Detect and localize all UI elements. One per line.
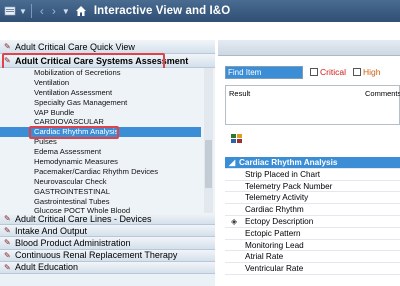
flowsheet-icon[interactable] [230,132,244,146]
section-label: Adult Critical Care Lines - Devices [15,213,152,224]
forward-arrow-icon[interactable]: › [48,4,60,18]
list-item[interactable]: VAP Bundle [0,108,215,118]
list-item[interactable]: Specialty Gas Management [0,98,215,108]
filter-row: Find Item Critical High [225,64,380,80]
documentation-panel: Find Item Critical High Result Comments … [218,40,400,286]
critical-checkbox[interactable] [310,68,318,76]
highlight-box-item [29,126,119,139]
collapse-triangle-icon[interactable]: ◢ [229,157,235,169]
table-row[interactable]: Cardiac Rhythm [225,204,400,216]
list-item[interactable]: GASTROINTESTINAL [0,187,215,197]
critical-label: Critical [320,67,346,77]
menu-icon[interactable] [3,4,17,18]
panel-toolbar [218,40,400,56]
list-item[interactable]: Neurovascular Check [0,177,215,187]
section-label: Adult Education [15,262,79,273]
section-lines-devices[interactable]: ✎ Adult Critical Care Lines - Devices [0,213,215,226]
band-navigator: ✎ Adult Critical Care Quick View ✎ Adult… [0,40,215,286]
band-icon: ✎ [4,250,11,260]
section-label: Intake And Output [15,225,88,236]
row-label: Ectopy Description [245,216,314,226]
window-title: Interactive View and I&O [93,5,231,17]
list-item[interactable]: Gastrointestinal Tubes [0,197,215,207]
column-header-result[interactable]: Result [229,89,250,98]
section-label: Continuous Renal Replacement Therapy [15,250,178,261]
section-items-list: Mobilization of Secretions Ventilation V… [0,68,215,215]
table-row[interactable]: Telemetry Activity [225,192,400,205]
documentation-grid: ◢ Cardiac Rhythm Analysis Strip Placed i… [225,157,400,275]
bottom-sections: ✎ Adult Critical Care Lines - Devices ✎ … [0,213,215,274]
table-row[interactable]: Ectopic Pattern [225,228,400,240]
results-header: Result Comments [225,85,400,125]
section-intake-output[interactable]: ✎ Intake And Output [0,225,215,238]
scrollbar-thumb[interactable] [205,140,212,188]
section-crrt[interactable]: ✎ Continuous Renal Replacement Therapy [0,249,215,262]
column-header-comments[interactable]: Comments [365,89,400,98]
list-item[interactable]: Hemodynamic Measures [0,157,215,167]
list-item[interactable]: Pacemaker/Cardiac Rhythm Devices [0,167,215,177]
find-item-input[interactable]: Find Item [225,65,303,79]
high-checkbox[interactable] [352,68,361,76]
section-adult-education[interactable]: ✎ Adult Education [0,261,215,274]
table-row[interactable]: ◈ Ectopy Description [225,216,400,228]
table-row[interactable]: Atrial Rate [225,251,400,264]
home-icon[interactable] [74,4,88,18]
table-row[interactable]: Monitoring Lead [225,240,400,252]
multi-select-icon: ◈ [231,216,238,226]
section-blood-product[interactable]: ✎ Blood Product Administration [0,237,215,250]
band-icon: ✎ [4,214,11,224]
list-item[interactable]: Ventilation [0,78,215,88]
section-label: Blood Product Administration [15,237,131,248]
table-row[interactable]: Telemetry Pack Number [225,181,400,193]
section-header-row[interactable]: ◢ Cardiac Rhythm Analysis [225,157,400,169]
chevron-down-icon[interactable]: ▼ [19,7,27,16]
table-row[interactable]: Ventricular Rate [225,263,400,275]
back-arrow-icon[interactable]: ‹ [36,4,48,18]
title-bar: ▼ ‹ › ▼ Interactive View and I&O [0,0,400,22]
list-item[interactable]: Edema Assessment [0,147,215,157]
list-item[interactable]: Mobilization of Secretions [0,68,215,78]
chevron-down-icon[interactable]: ▼ [62,7,70,16]
section-quick-view[interactable]: ✎ Adult Critical Care Quick View [0,40,215,54]
band-icon: ✎ [4,238,11,248]
high-label: High [362,67,381,77]
band-icon: ✎ [4,42,11,51]
table-row[interactable]: Strip Placed in Chart [225,169,400,181]
list-item[interactable]: Ventilation Assessment [0,88,215,98]
section-header-label: Cardiac Rhythm Analysis [239,158,338,167]
vertical-scrollbar[interactable] [204,68,213,213]
band-icon: ✎ [4,262,11,272]
section-label: Adult Critical Care Quick View [15,41,135,52]
separator [30,4,32,18]
band-icon: ✎ [4,226,11,236]
